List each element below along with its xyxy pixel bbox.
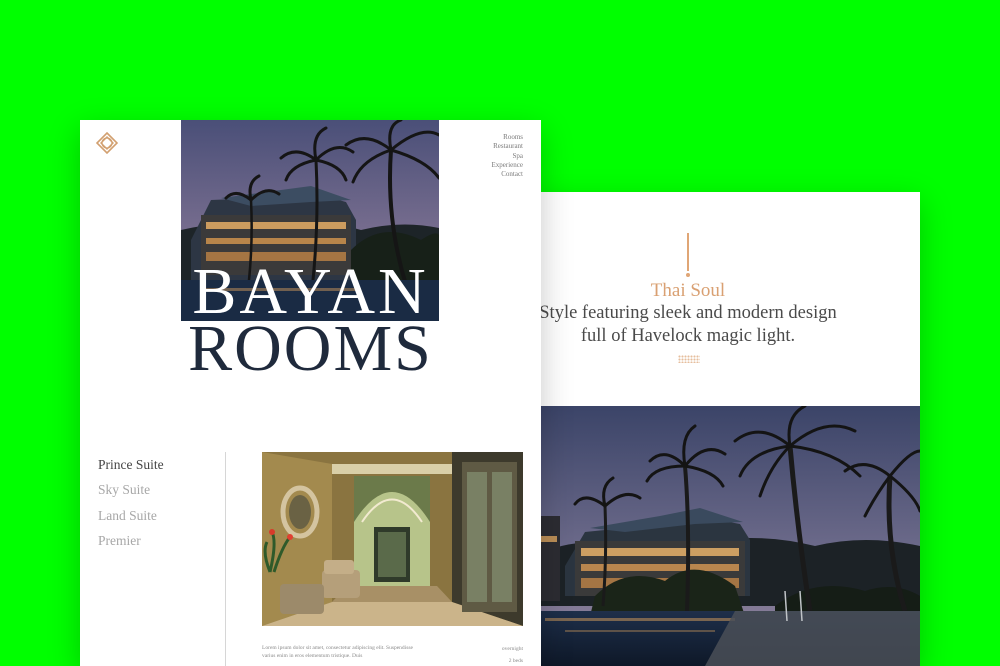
nav-item-experience[interactable]: Experience <box>492 161 523 170</box>
section-title: Thai Soul <box>650 280 726 301</box>
detail-page: Thai Soul Style featuring sleek and mode… <box>535 192 920 666</box>
main-nav: Rooms Restaurant Spa Experience Contact <box>492 133 523 179</box>
vertical-divider <box>225 452 226 666</box>
suite-meta: overnight 2 beds <box>502 643 523 666</box>
suite-item-sky[interactable]: Sky Suite <box>98 477 164 502</box>
suite-item-prince[interactable]: Prince Suite <box>98 452 164 477</box>
dot-pattern <box>678 355 700 363</box>
nav-item-restaurant[interactable]: Restaurant <box>492 142 523 151</box>
section-description: Style featuring sleek and modern design … <box>539 303 837 346</box>
suite-item-land[interactable]: Land Suite <box>98 503 164 528</box>
resort-pool-photo <box>535 406 920 666</box>
suite-description: Lorem ipsum dolor sit amet, consectetur … <box>262 645 413 659</box>
diamond-knot-logo[interactable] <box>96 132 118 154</box>
accent-line <box>687 233 689 271</box>
nav-item-contact[interactable]: Contact <box>492 170 523 179</box>
meta-beds: 2 beds <box>508 658 523 664</box>
suite-interior-photo <box>262 452 523 626</box>
rooms-page: Rooms Restaurant Spa Experience Contact … <box>80 120 541 666</box>
suite-list: Prince Suite Sky Suite Land Suite Premie… <box>98 452 164 553</box>
accent-dot <box>686 273 690 277</box>
nav-item-rooms[interactable]: Rooms <box>492 133 523 142</box>
meta-nights: overnight <box>501 646 523 652</box>
nav-item-spa[interactable]: Spa <box>492 152 524 161</box>
suite-item-premier[interactable]: Premier <box>98 528 164 553</box>
hero-title-line2: ROOMS <box>188 312 433 385</box>
